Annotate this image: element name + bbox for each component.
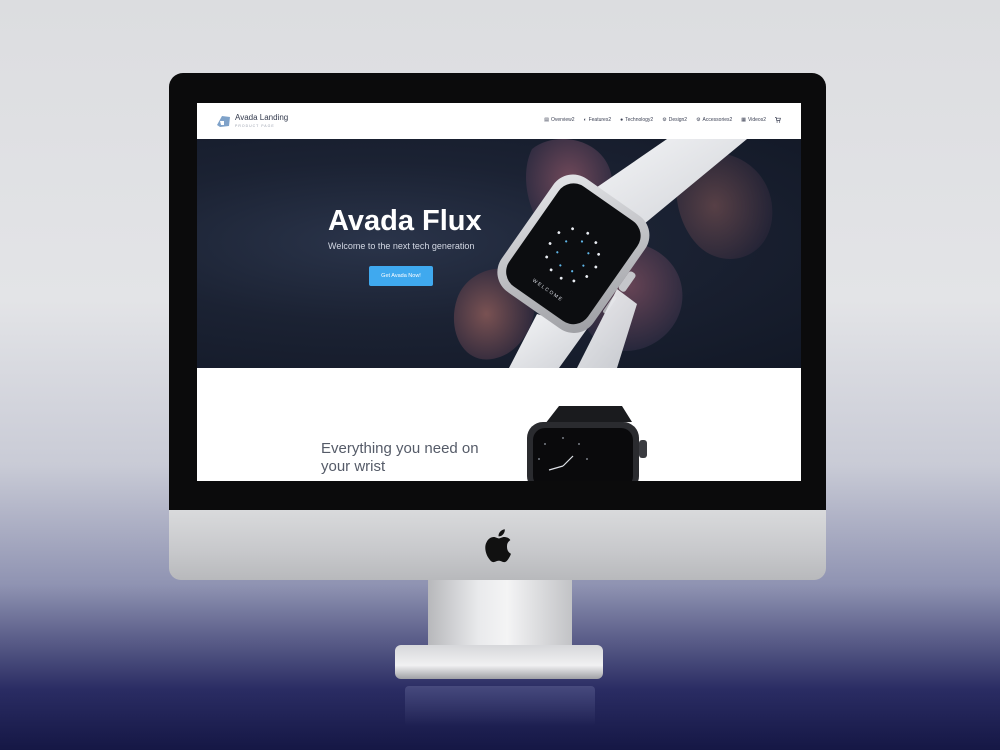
nav-item-cart[interactable]: [775, 117, 781, 123]
nav-item-overview[interactable]: ▤ Overview2: [544, 117, 574, 123]
nav-item-videos[interactable]: ▦ Videos2: [741, 117, 766, 123]
get-avada-button[interactable]: Get Avada Now!: [369, 266, 433, 286]
cart-icon: [775, 117, 781, 123]
nav-label: Design2: [668, 117, 688, 123]
apple-logo-icon: [485, 529, 511, 563]
nav-item-design[interactable]: ⚙ Design2: [662, 117, 687, 123]
nav-item-accessories[interactable]: ⚙ Accessories2: [696, 117, 732, 123]
design-icon: ⚙: [662, 117, 667, 123]
videos-icon: ▦: [741, 117, 747, 123]
features-icon: ◐: [583, 117, 587, 123]
logo-subtitle: PRODUCT PAGE: [235, 124, 275, 128]
section-heading-line2: your wrist: [321, 458, 386, 475]
black-watch-image: [527, 406, 647, 481]
nav-label: Overview2: [550, 117, 575, 123]
main-nav: ▤ Overview2 ◐ Features2 ● Technology2 ⚙ …: [544, 117, 781, 123]
technology-icon: ●: [620, 117, 624, 123]
nav-label: Videos2: [748, 117, 766, 123]
logo-icon[interactable]: [216, 115, 231, 128]
hero-section: WELCOME Avada Flux Welcome to the next t…: [197, 139, 801, 368]
hero-subtitle: Welcome to the next tech generation: [328, 241, 475, 251]
nav-item-technology[interactable]: ● Technology2: [620, 117, 653, 123]
stand-reflection: [405, 686, 595, 726]
hero-watch-image: WELCOME: [453, 139, 773, 368]
section-heading-line1: Everything you need on: [321, 440, 479, 457]
nav-label: Technology2: [625, 117, 654, 123]
nav-item-features[interactable]: ◐ Features2: [584, 117, 612, 123]
overview-icon: ▤: [544, 117, 549, 123]
features-section: Everything you need on your wrist: [197, 368, 801, 481]
logo-title[interactable]: Avada Landing: [235, 113, 288, 122]
accessories-icon: ⚙: [696, 117, 701, 123]
hero-title: Avada Flux: [328, 205, 482, 237]
nav-label: Accessories2: [702, 117, 733, 123]
nav-label: Features2: [588, 117, 612, 123]
section-heading: Everything you need on your wrist: [321, 440, 491, 476]
screen: Avada Landing PRODUCT PAGE ▤ Overview2 ◐…: [197, 103, 801, 481]
site-header: Avada Landing PRODUCT PAGE ▤ Overview2 ◐…: [197, 103, 801, 140]
monitor-stand-base: [395, 645, 603, 679]
